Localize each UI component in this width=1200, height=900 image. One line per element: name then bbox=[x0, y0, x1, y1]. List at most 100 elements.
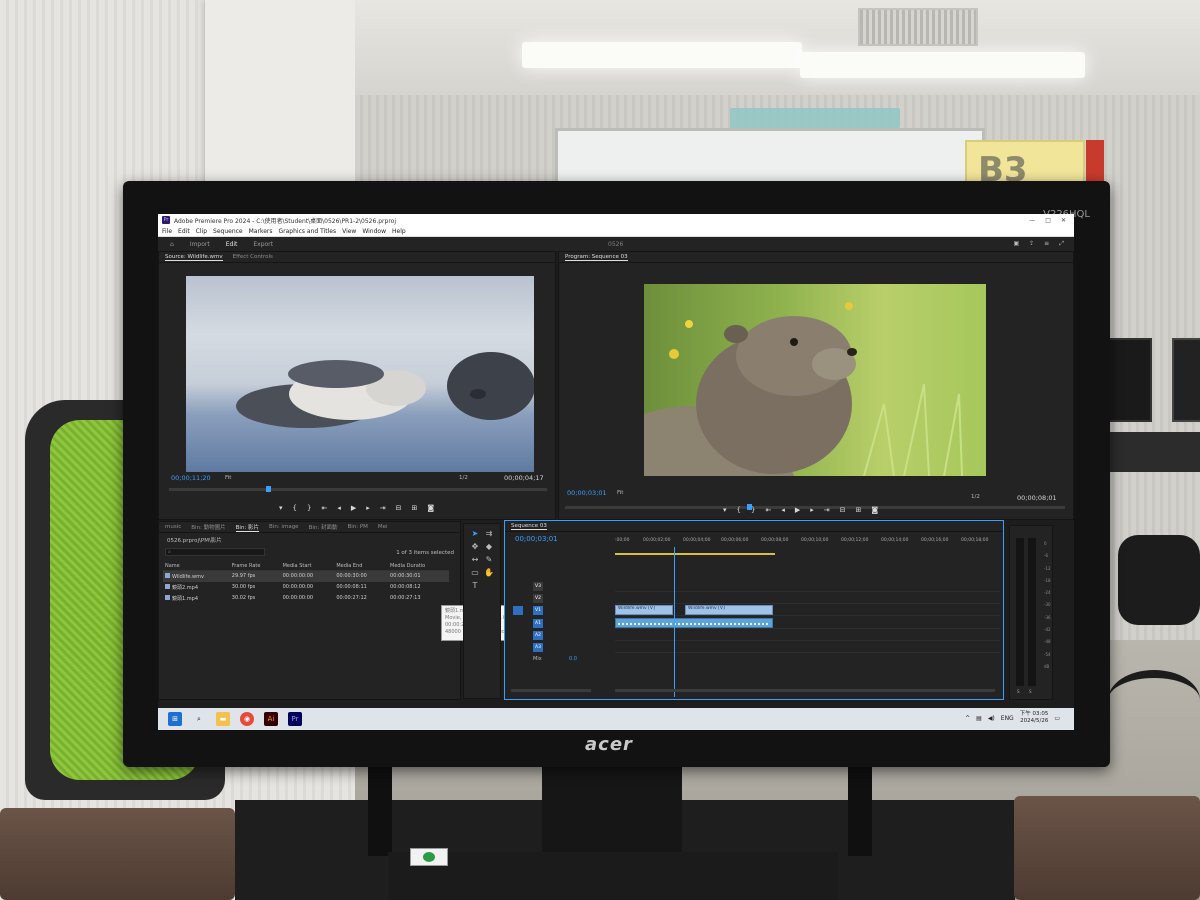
track-label[interactable]: A2 bbox=[533, 631, 543, 640]
source-scrubber[interactable] bbox=[169, 488, 547, 491]
col-media-duration[interactable]: Media Duratio bbox=[388, 562, 449, 571]
step-forward-icon[interactable]: ⇥ bbox=[824, 506, 830, 514]
mark-out-icon[interactable]: } bbox=[307, 504, 311, 512]
pen-icon[interactable]: ✎ bbox=[484, 555, 494, 565]
step-back-icon[interactable]: ⇤ bbox=[321, 504, 327, 512]
solo-right-button[interactable]: S bbox=[1029, 689, 1032, 694]
track-label[interactable]: A3 bbox=[533, 643, 543, 652]
menu-help[interactable]: Help bbox=[392, 228, 406, 235]
tab-edit[interactable]: Edit bbox=[226, 241, 238, 248]
table-row[interactable]: Wildlife.wmv 29.97 fps 00:00:00:00 00:00… bbox=[163, 570, 449, 582]
slip-tool-icon[interactable]: ↔ bbox=[470, 555, 480, 565]
rectangle-icon[interactable]: ▭ bbox=[470, 568, 480, 578]
source-playhead[interactable] bbox=[266, 486, 271, 492]
track-lane-v3[interactable] bbox=[615, 581, 1000, 592]
menu-sequence[interactable]: Sequence bbox=[213, 228, 243, 235]
hand-icon[interactable]: ✋ bbox=[484, 568, 494, 578]
menu-graphics[interactable]: Graphics and Titles bbox=[279, 228, 337, 235]
notification-icon[interactable]: ▭ bbox=[1054, 715, 1060, 722]
tab-sequence[interactable]: Sequence 03 bbox=[511, 523, 547, 530]
track-label[interactable]: A1 bbox=[533, 619, 543, 628]
video-clip[interactable]: Wildlife.wmv [V] bbox=[615, 605, 673, 615]
program-timecode[interactable]: 00;00;03;01 bbox=[567, 489, 607, 497]
clock[interactable]: 下午 03:05 2024/5/26 bbox=[1020, 711, 1049, 725]
track-lane-v2[interactable] bbox=[615, 593, 1000, 604]
menu-edit[interactable]: Edit bbox=[178, 228, 190, 235]
home-icon[interactable]: ⌂ bbox=[170, 241, 174, 248]
tab-effect-controls[interactable]: Effect Controls bbox=[233, 254, 273, 260]
insert-icon[interactable]: ⊟ bbox=[396, 504, 402, 512]
play-icon[interactable]: ▶ bbox=[795, 506, 800, 514]
close-button[interactable]: ✕ bbox=[1061, 217, 1066, 224]
start-icon[interactable]: ⊞ bbox=[168, 712, 182, 726]
razor-icon[interactable]: ◆ bbox=[484, 542, 494, 552]
project-search-input[interactable]: ⌕ bbox=[165, 548, 265, 556]
language-indicator[interactable]: ENG bbox=[1001, 715, 1014, 722]
audio-clip[interactable] bbox=[615, 618, 773, 628]
track-select-icon[interactable]: ⇉ bbox=[484, 529, 494, 539]
menu-view[interactable]: View bbox=[342, 228, 356, 235]
tray-chevron-icon[interactable]: ^ bbox=[965, 715, 970, 722]
workspaces-icon[interactable]: ≡ bbox=[1044, 240, 1049, 248]
tab-media[interactable]: Mei bbox=[378, 524, 388, 530]
track-label[interactable]: V1 bbox=[533, 606, 543, 615]
track-lane-v1[interactable]: Wildlife.wmv [V] Wildlife.wmv [V] bbox=[615, 605, 1000, 616]
fullscreen-icon[interactable]: ⤢ bbox=[1059, 240, 1064, 248]
col-media-start[interactable]: Media Start bbox=[280, 562, 335, 571]
timeline-scrollbar[interactable] bbox=[615, 689, 995, 692]
share-icon[interactable]: ⇪ bbox=[1029, 240, 1034, 248]
col-frame-rate[interactable]: Frame Rate bbox=[229, 562, 281, 571]
play-icon[interactable]: ▶ bbox=[351, 504, 356, 512]
frame-back-icon[interactable]: ◂ bbox=[337, 504, 341, 512]
mix-value[interactable]: 0.0 bbox=[569, 656, 577, 662]
program-resolution-select[interactable]: 1/2 bbox=[971, 494, 980, 500]
tab-bin-animals[interactable]: Bin: 動物圖片 bbox=[191, 523, 225, 531]
tab-export[interactable]: Export bbox=[253, 241, 273, 248]
track-label[interactable]: V2 bbox=[533, 594, 543, 603]
folder-icon[interactable]: ▬ bbox=[216, 712, 230, 726]
track-lane-a2[interactable] bbox=[615, 630, 1000, 641]
tab-bin-cover[interactable]: Bin: 封面動 bbox=[309, 523, 338, 531]
tab-music[interactable]: music bbox=[165, 524, 181, 530]
source-timecode[interactable]: 00;00;11;20 bbox=[171, 474, 211, 482]
menu-markers[interactable]: Markers bbox=[249, 228, 273, 235]
table-row[interactable]: 鏡頭2.mp4 30.00 fps 00:00:00:00 00:00:08:1… bbox=[163, 582, 449, 593]
network-icon[interactable]: ▤ bbox=[976, 715, 982, 722]
tab-bin-image[interactable]: Bin: image bbox=[269, 524, 299, 530]
frame-forward-icon[interactable]: ▸ bbox=[366, 504, 370, 512]
source-resolution-select[interactable]: 1/2 bbox=[459, 475, 468, 481]
program-fit-select[interactable]: Fit bbox=[617, 490, 623, 496]
lift-icon[interactable]: ⊟ bbox=[840, 506, 846, 514]
frame-back-icon[interactable]: ◂ bbox=[781, 506, 785, 514]
source-fit-select[interactable]: Fit bbox=[225, 475, 231, 481]
type-tool-icon[interactable]: T bbox=[470, 581, 480, 591]
premiere-icon[interactable]: Pr bbox=[288, 712, 302, 726]
col-media-end[interactable]: Media End bbox=[334, 562, 389, 571]
mark-in-icon[interactable]: ▾ bbox=[279, 504, 283, 512]
camera-icon[interactable]: ◙ bbox=[871, 506, 878, 514]
step-forward-icon[interactable]: ⇥ bbox=[380, 504, 386, 512]
table-row[interactable]: 鏡頭1.mp4 30.02 fps 00:00:00:00 00:00:27:1… bbox=[163, 593, 449, 604]
extract-icon[interactable]: ⊞ bbox=[856, 506, 862, 514]
overwrite-icon[interactable]: ⊞ bbox=[412, 504, 418, 512]
work-area-bar[interactable] bbox=[615, 553, 775, 555]
timeline-timecode[interactable]: 00;00;03;01 bbox=[515, 535, 558, 543]
mark-out-icon[interactable]: { bbox=[293, 504, 297, 512]
tab-bin-video[interactable]: Bin: 影片 bbox=[235, 523, 260, 532]
tab-import[interactable]: Import bbox=[190, 241, 210, 248]
menu-file[interactable]: File bbox=[162, 228, 172, 235]
timeline-playhead[interactable] bbox=[674, 547, 675, 697]
ripple-edit-icon[interactable]: ✥ bbox=[470, 542, 480, 552]
timeline-zoom-scroll[interactable] bbox=[511, 689, 591, 692]
track-lane-a1[interactable] bbox=[615, 618, 1000, 629]
maximize-frame-icon[interactable]: ▣ bbox=[1013, 240, 1019, 248]
video-clip[interactable]: Wildlife.wmv [V] bbox=[685, 605, 773, 615]
menu-window[interactable]: Window bbox=[362, 228, 386, 235]
minimize-button[interactable]: — bbox=[1029, 217, 1035, 224]
track-lane-a3[interactable] bbox=[615, 642, 1000, 653]
search-icon[interactable]: ⌕ bbox=[192, 712, 206, 726]
marker-icon[interactable]: ▾ bbox=[723, 506, 727, 514]
mark-in-icon[interactable]: { bbox=[737, 506, 741, 514]
solo-left-button[interactable]: S bbox=[1017, 689, 1020, 694]
track-label[interactable]: V3 bbox=[533, 582, 543, 591]
